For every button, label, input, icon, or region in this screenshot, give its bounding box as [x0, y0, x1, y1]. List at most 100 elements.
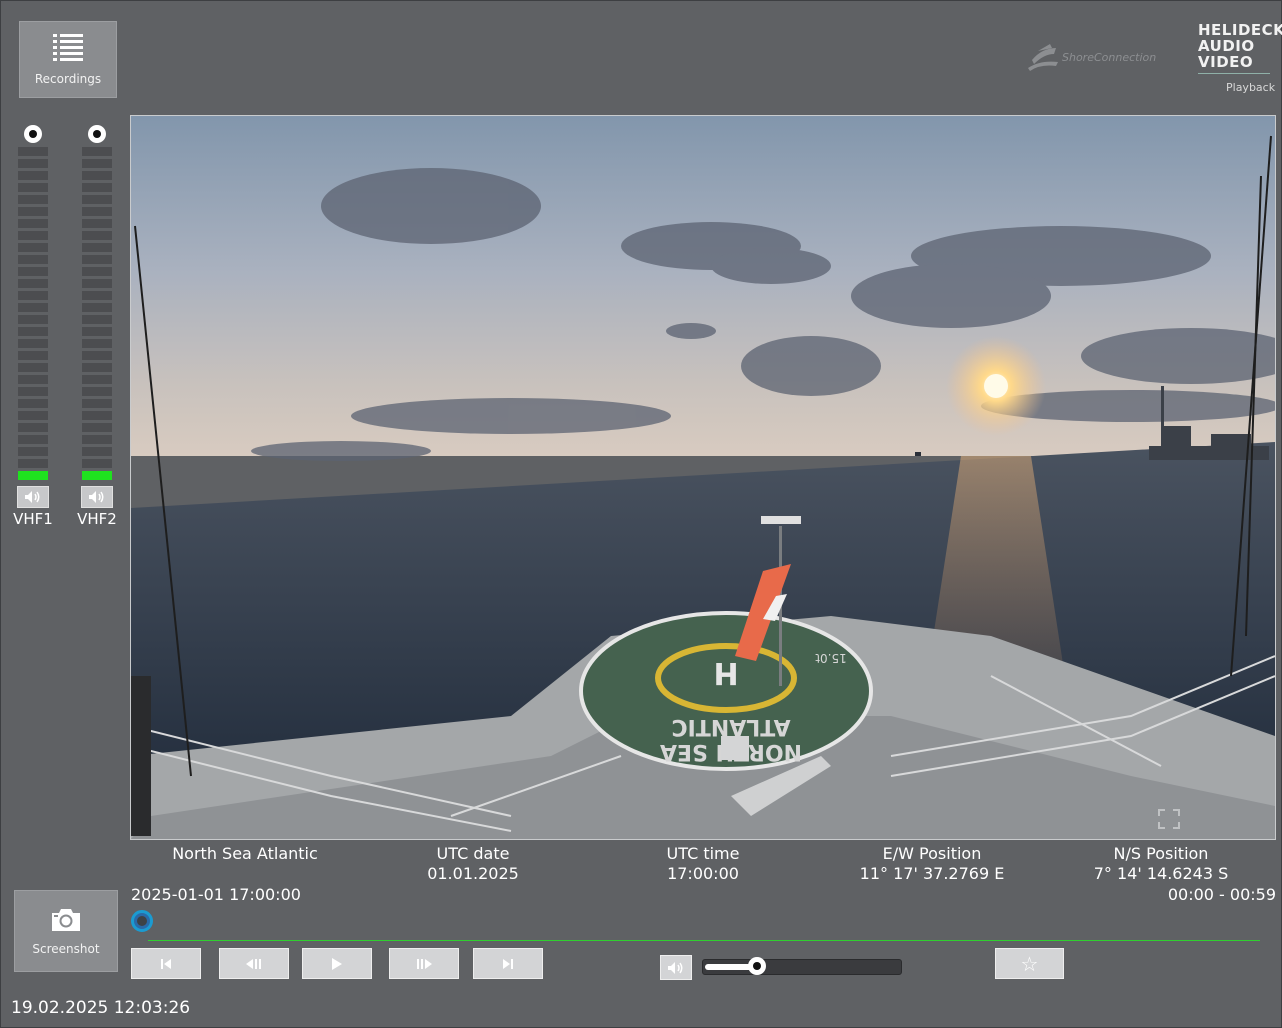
meter-segment	[18, 315, 48, 324]
meter-segment	[82, 159, 112, 168]
meter-segment	[18, 423, 48, 432]
meter-segment	[18, 219, 48, 228]
skip-forward-icon	[503, 958, 513, 969]
deck-text-atlantic: ATLANTIC	[671, 714, 790, 739]
meter-knob[interactable]	[24, 125, 42, 143]
meter-segment	[18, 447, 48, 456]
mute-button[interactable]	[660, 955, 692, 980]
meter-segment	[82, 435, 112, 444]
utc-date-value: 01.01.2025	[427, 864, 519, 883]
meter-segment	[82, 447, 112, 456]
volume-icon	[668, 961, 683, 974]
meter-segment	[82, 471, 112, 480]
meter-segment	[18, 207, 48, 216]
meter-segment	[82, 195, 112, 204]
star-icon: ☆	[1020, 951, 1039, 976]
meter-vhf1: VHF1	[13, 125, 53, 528]
meter-segment	[82, 459, 112, 468]
skip-to-start-button[interactable]	[131, 948, 201, 979]
recordings-button[interactable]: Recordings	[19, 21, 117, 98]
meter-segment	[82, 327, 112, 336]
skip-to-end-button[interactable]	[473, 948, 543, 979]
meter-segment	[82, 171, 112, 180]
volume-slider[interactable]	[702, 957, 902, 975]
screenshot-label: Screenshot	[32, 941, 100, 956]
meter-segment	[82, 267, 112, 276]
utc-time-label: UTC time	[666, 844, 740, 863]
play-icon	[332, 957, 342, 970]
meter-segment	[18, 243, 48, 252]
step-forward-button[interactable]	[389, 948, 459, 979]
meter-segment	[82, 399, 112, 408]
recording-range: 00:00 - 00:59	[1167, 885, 1276, 904]
meter-segment	[82, 423, 112, 432]
meter-segment	[82, 147, 112, 156]
meter-segment	[82, 291, 112, 300]
meter-segment	[18, 387, 48, 396]
vessel-name: North Sea Atlantic	[150, 844, 340, 864]
meter-segment	[18, 459, 48, 468]
favorite-button[interactable]: ☆	[995, 948, 1064, 979]
meter-segment	[82, 351, 112, 360]
helideck-logo: HELIDECK AUDIO VIDEO	[1198, 22, 1282, 70]
meter-segment	[18, 399, 48, 408]
meter-segments	[81, 147, 113, 480]
deck-marking: 15.0t	[815, 651, 847, 665]
logo-line-1: HELIDECK	[1198, 21, 1282, 39]
meter-segment	[82, 363, 112, 372]
speaker-icon	[25, 491, 40, 503]
meter-segments	[17, 147, 49, 480]
meter-segment	[18, 159, 48, 168]
ns-position-label: N/S Position	[1113, 844, 1209, 863]
meter-segment	[82, 279, 112, 288]
meter-segment	[82, 375, 112, 384]
camera-icon	[50, 907, 82, 936]
meter-segment	[18, 279, 48, 288]
timeline-track[interactable]	[148, 940, 1260, 941]
step-back-button[interactable]	[219, 948, 289, 979]
meter-knob[interactable]	[88, 125, 106, 143]
meter-segment	[82, 255, 112, 264]
meter-segment	[18, 375, 48, 384]
volume-knob[interactable]	[748, 957, 766, 975]
logo-line-3: VIDEO	[1198, 53, 1254, 71]
vessel-name-text: North Sea Atlantic	[172, 844, 318, 863]
ew-position-label: E/W Position	[882, 844, 982, 863]
speaker-icon	[89, 491, 104, 503]
skip-back-icon	[161, 958, 171, 969]
utc-date-label: UTC date	[436, 844, 510, 863]
list-icon	[53, 33, 83, 66]
meter-segment	[82, 243, 112, 252]
meter-segment	[82, 207, 112, 216]
shoreconnection-logo: ShoreConnection	[1026, 42, 1156, 72]
meter-segment	[18, 171, 48, 180]
speaker-button[interactable]	[17, 486, 49, 508]
utc-date: UTC date 01.01.2025	[393, 844, 553, 884]
meter-vhf2: VHF2	[77, 125, 117, 528]
ew-position-value: 11° 17' 37.2769 E	[859, 864, 1005, 883]
meter-segment	[18, 363, 48, 372]
video-frame: H ATLANTIC NORTH SEA 15.0t	[131, 116, 1275, 839]
meter-segment	[82, 339, 112, 348]
meter-segment	[18, 351, 48, 360]
ns-position-value: 7° 14' 14.6243 S	[1093, 864, 1229, 883]
play-button[interactable]	[302, 948, 372, 979]
ship-logo-icon	[1028, 44, 1058, 71]
meter-segment	[18, 183, 48, 192]
meter-segment	[18, 231, 48, 240]
meter-segment	[18, 291, 48, 300]
utc-time-value: 17:00:00	[667, 864, 739, 883]
speaker-button[interactable]	[81, 486, 113, 508]
meter-segment	[18, 267, 48, 276]
screenshot-button[interactable]: Screenshot	[14, 890, 118, 972]
meter-segment	[82, 231, 112, 240]
meter-segment	[82, 411, 112, 420]
meter-segment	[18, 147, 48, 156]
ns-position: N/S Position 7° 14' 14.6243 S	[1066, 844, 1256, 884]
shoreconnection-text: ShoreConnection	[1062, 50, 1157, 64]
step-back-icon	[246, 958, 261, 969]
meter-segment	[82, 183, 112, 192]
video-player[interactable]: H ATLANTIC NORTH SEA 15.0t	[130, 115, 1276, 840]
timeline-scrubber[interactable]	[131, 910, 153, 932]
meter-segment	[82, 315, 112, 324]
